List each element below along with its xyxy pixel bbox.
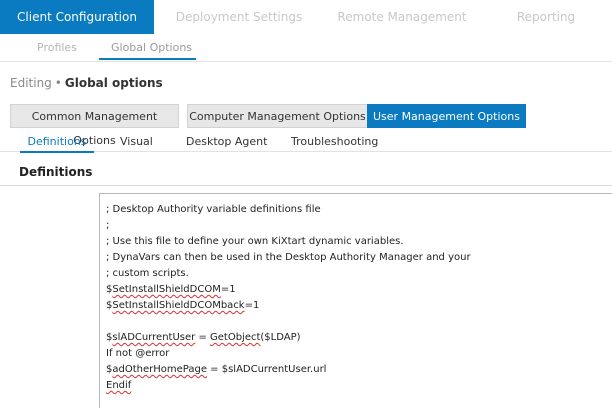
spellcheck-token: SetInstallShieldDCOM bbox=[112, 284, 221, 295]
editor-line: $SetInstallShieldDCOM=1 bbox=[106, 282, 612, 298]
editor-line: ; DynaVars can then be used in the Deskt… bbox=[106, 252, 471, 263]
spellcheck-token: SetInstallShieldDCOMback bbox=[112, 300, 245, 311]
subnav-profiles[interactable]: Profiles bbox=[37, 41, 77, 58]
editing-label: Editing bbox=[10, 76, 52, 90]
spellcheck-token: GetObject bbox=[210, 332, 261, 343]
code-token: = $slADCurrentUser.url bbox=[206, 364, 327, 375]
definitions-editor[interactable]: ; Desktop Authority variable definitions… bbox=[99, 193, 612, 408]
code-token: =1 bbox=[220, 284, 236, 295]
editing-separator: • bbox=[54, 76, 62, 90]
editing-value: Global options bbox=[64, 76, 163, 90]
tab-definitions[interactable]: Definitions bbox=[20, 135, 94, 153]
editor-line: ; Use this file to define your own KiXta… bbox=[106, 236, 404, 247]
editor-line: ; custom scripts. bbox=[106, 268, 189, 279]
editor-line: $SetInstallShieldDCOMback=1 bbox=[106, 298, 612, 314]
inner-tabs: Definitions Visual Desktop Agent Trouble… bbox=[0, 128, 612, 153]
tab-reporting[interactable]: Reporting bbox=[480, 0, 612, 34]
editor-line: ; Desktop Authority variable definitions… bbox=[106, 204, 321, 215]
tab-remote-management[interactable]: Remote Management bbox=[324, 0, 480, 34]
editing-heading: Editing • Global options bbox=[10, 76, 163, 90]
code-token: = bbox=[195, 332, 211, 343]
code-token: =1 bbox=[244, 300, 260, 311]
top-navigation: Client Configuration Deployment Settings… bbox=[0, 0, 612, 34]
editor-line: If not @error bbox=[106, 348, 170, 359]
sub-navigation: Profiles Global Options bbox=[0, 34, 612, 62]
editor-line: Endif bbox=[106, 378, 612, 394]
spellcheck-token: slADCurrentUser bbox=[112, 332, 196, 343]
tab-computer-management-options[interactable]: Computer Management Options bbox=[187, 104, 368, 128]
option-tabs: Common Management Options Computer Manag… bbox=[10, 104, 612, 147]
spellcheck-token: adOtherHomePage bbox=[112, 364, 207, 375]
tab-visual[interactable]: Visual bbox=[120, 135, 153, 151]
editor-line: $adOtherHomePage = $slADCurrentUser.url bbox=[106, 362, 612, 378]
editor-line: ; bbox=[106, 220, 110, 231]
section-divider bbox=[0, 185, 612, 186]
tab-common-management-options[interactable]: Common Management Options bbox=[10, 104, 179, 147]
editor-line: $slADCurrentUser = GetObject($LDAP) bbox=[106, 330, 612, 346]
subnav-global-options[interactable]: Global Options bbox=[99, 41, 197, 60]
section-title: Definitions bbox=[19, 165, 93, 179]
tab-client-configuration[interactable]: Client Configuration bbox=[0, 0, 154, 34]
tab-user-management-options[interactable]: User Management Options bbox=[367, 104, 526, 128]
tab-troubleshooting[interactable]: Troubleshooting bbox=[291, 135, 378, 151]
tab-desktop-agent[interactable]: Desktop Agent bbox=[186, 135, 267, 151]
code-token: ($LDAP) bbox=[260, 332, 301, 343]
spellcheck-token: Endif bbox=[106, 380, 132, 391]
tab-deployment-settings[interactable]: Deployment Settings bbox=[154, 0, 324, 34]
